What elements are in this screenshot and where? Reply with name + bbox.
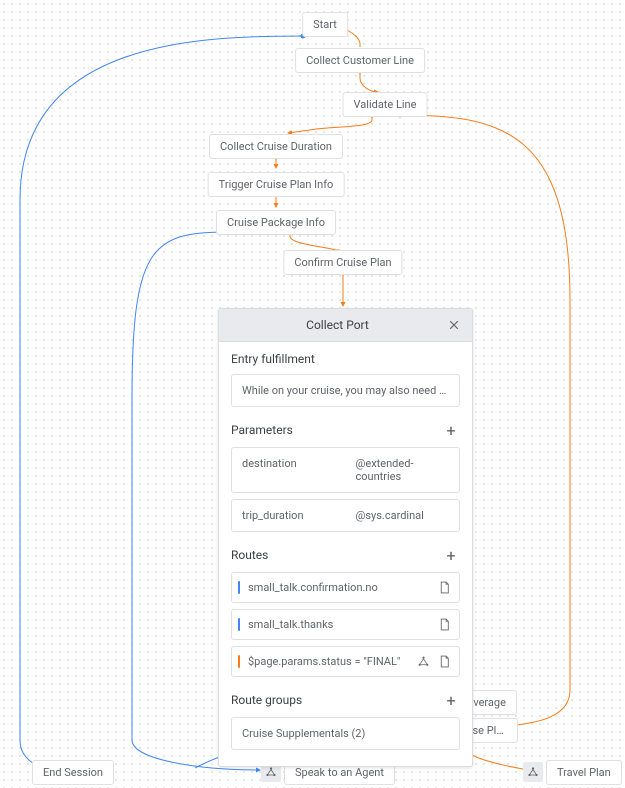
node-label: Cruise Package Info — [227, 216, 325, 229]
node-end-session[interactable]: End Session — [32, 760, 114, 785]
route-row[interactable]: small_talk.confirmation.no — [231, 572, 460, 603]
node-confirm-cruise-plan[interactable]: Confirm Cruise Plan — [283, 250, 402, 275]
parameters-section: Parameters + destination @extended-count… — [231, 421, 460, 532]
webhook-icon — [417, 655, 430, 668]
parameter-entity: @extended-countries — [346, 448, 460, 492]
node-label: Start — [313, 18, 337, 31]
route-group-item[interactable]: Cruise Supplementals (2) — [231, 717, 460, 750]
route-row[interactable]: $page.params.status = "FINAL" — [231, 646, 460, 677]
entry-fulfillment-section: Entry fulfillment While on your cruise, … — [231, 352, 460, 407]
node-label: Trigger Cruise Plan Info — [219, 178, 334, 191]
node-label: Confirm Cruise Plan — [294, 256, 391, 269]
entry-fulfillment-text: While on your cruise, you may also need … — [242, 384, 460, 397]
section-title: Parameters — [231, 423, 293, 437]
parameter-name: destination — [232, 448, 346, 492]
node-cruise-package-info[interactable]: Cruise Package Info — [216, 210, 336, 235]
parameter-row[interactable]: destination @extended-countries — [231, 447, 460, 493]
route-color-bar — [238, 581, 240, 594]
node-label: Validate Line — [354, 98, 417, 111]
route-groups-section: Route groups + Cruise Supplementals (2) — [231, 691, 460, 750]
route-label: $page.params.status = "FINAL" — [248, 655, 409, 668]
node-label: Travel Plan — [557, 766, 611, 779]
node-label: Collect Cruise Duration — [220, 140, 332, 153]
route-label: small_talk.confirmation.no — [248, 581, 430, 594]
section-title: Routes — [231, 548, 268, 562]
page-detail-panel: Collect Port Entry fulfillment While on … — [218, 308, 473, 767]
parameter-name: trip_duration — [232, 500, 346, 531]
route-color-bar — [238, 655, 240, 668]
node-label: End Session — [43, 766, 103, 779]
node-label: Speak to an Agent — [295, 766, 384, 779]
node-collect-cruise-duration[interactable]: Collect Cruise Duration — [209, 134, 343, 159]
routes-section: Routes + small_talk.confirmation.no smal… — [231, 546, 460, 677]
route-label: small_talk.thanks — [248, 618, 430, 631]
add-parameter-button[interactable]: + — [442, 421, 460, 439]
node-travel-plan[interactable]: Travel Plan — [546, 760, 622, 785]
section-title: Route groups — [231, 693, 302, 707]
add-route-button[interactable]: + — [442, 546, 460, 564]
node-start[interactable]: Start — [302, 12, 348, 37]
route-group-label: Cruise Supplementals (2) — [242, 727, 365, 740]
node-label: Collect Customer Line — [306, 54, 414, 67]
node-collect-customer-line[interactable]: Collect Customer Line — [295, 48, 425, 73]
section-title: Entry fulfillment — [231, 352, 315, 366]
panel-title: Collect Port — [229, 318, 446, 332]
route-color-bar — [238, 618, 240, 631]
node-validate-line[interactable]: Validate Line — [343, 92, 428, 117]
webhook-icon — [523, 762, 543, 782]
panel-header: Collect Port — [219, 309, 472, 342]
parameter-entity: @sys.cardinal — [346, 500, 460, 531]
entry-fulfillment-item[interactable]: While on your cruise, you may also need … — [231, 374, 460, 407]
close-icon[interactable] — [446, 317, 462, 333]
page-icon — [438, 618, 451, 631]
route-row[interactable]: small_talk.thanks — [231, 609, 460, 640]
page-icon — [438, 581, 451, 594]
parameter-row[interactable]: trip_duration @sys.cardinal — [231, 499, 460, 532]
node-trigger-cruise-plan-info[interactable]: Trigger Cruise Plan Info — [208, 172, 345, 197]
add-route-group-button[interactable]: + — [442, 691, 460, 709]
page-icon — [438, 655, 451, 668]
